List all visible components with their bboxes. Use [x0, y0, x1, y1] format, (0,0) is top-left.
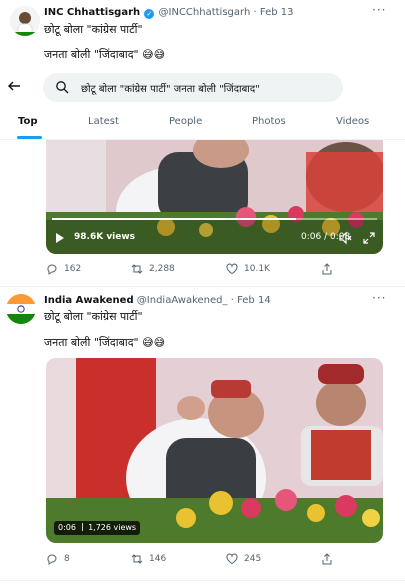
mute-icon[interactable] [338, 230, 352, 245]
tweet-text-line2: जनता बोली "जिंदाबाद" 😅😅 [44, 336, 166, 349]
like-button[interactable]: 10.1K [226, 263, 270, 275]
view-count: 98.6K views [74, 232, 136, 242]
more-options-icon[interactable]: ··· [372, 3, 386, 17]
video-player[interactable]: 0:06 1,726 views [46, 358, 383, 543]
retweet-button[interactable]: 146 [131, 553, 166, 565]
video-time-badge: 0:06 1,726 views [54, 521, 141, 535]
share-button[interactable] [321, 553, 333, 565]
retweet-button[interactable]: 2,288 [131, 263, 175, 275]
video-player[interactable]: 98.6K views 0:06 / 0:08 [46, 132, 383, 254]
verified-badge-icon: ✓ [144, 9, 155, 19]
tweet-actions: 162 2,288 10.1K [46, 263, 376, 279]
like-button[interactable]: 245 [226, 553, 261, 565]
like-count: 245 [244, 554, 262, 564]
retweet-icon [131, 554, 143, 564]
heart-icon [226, 263, 238, 275]
tweet-text-line1: छोटू बोला "कांग्रेस पार्टी" [44, 310, 143, 323]
tweet-actions: 8 146 245 [46, 553, 376, 569]
tweet-header: India Awakened @IndiaAwakened_ · Feb 14 [44, 295, 271, 306]
display-name[interactable]: INC Chhattisgarh [44, 7, 140, 18]
avatar[interactable] [10, 6, 40, 36]
reply-button[interactable]: 8 [46, 553, 70, 565]
share-button[interactable] [321, 263, 333, 275]
like-count: 10.1K [244, 264, 270, 274]
tweet-date[interactable]: Feb 13 [260, 7, 294, 18]
tweet-header: INC Chhattisgarh ✓ @INCChhattisgarh · Fe… [44, 7, 293, 19]
play-icon[interactable] [56, 233, 64, 243]
tweet-divider [0, 286, 405, 287]
reply-count: 8 [64, 554, 70, 564]
badge-separator [81, 523, 83, 531]
heart-icon [226, 553, 238, 565]
reply-button[interactable]: 162 [46, 263, 81, 275]
video-frame [46, 358, 383, 543]
dot-separator: · [253, 7, 257, 18]
tweet-india-awakened[interactable]: India Awakened @IndiaAwakened_ · Feb 14 … [0, 288, 405, 585]
tab-top[interactable]: Top [18, 116, 38, 127]
retweet-count: 146 [149, 554, 167, 564]
progress-bar[interactable] [52, 218, 377, 220]
search-tabs: Top Latest People Photos Videos [0, 112, 405, 140]
dot-separator: · [230, 295, 234, 306]
share-icon [322, 553, 332, 565]
reply-icon [47, 554, 57, 565]
search-query: छोटू बोला "कांग्रेस पार्टी" जनता बोली "ज… [81, 84, 260, 95]
share-icon [322, 263, 332, 275]
tweet-date[interactable]: Feb 14 [237, 295, 271, 306]
retweet-icon [131, 264, 143, 274]
tweet-inc-chhattisgarh[interactable]: INC Chhattisgarh ✓ @INCChhattisgarh · Fe… [0, 0, 405, 288]
search-header: छोटू बोला "कांग्रेस पार्टी" जनता बोली "ज… [0, 70, 405, 140]
user-handle[interactable]: @IndiaAwakened_ [137, 295, 228, 306]
fullscreen-icon[interactable] [362, 230, 376, 244]
progress-fill [52, 218, 296, 220]
tab-people[interactable]: People [169, 116, 202, 127]
search-icon [56, 81, 69, 94]
user-handle[interactable]: @INCChhattisgarh [159, 7, 251, 18]
back-arrow-icon[interactable] [6, 78, 22, 94]
view-count: 1,726 views [88, 523, 137, 532]
tweet-text-line1: छोटू बोला "कांग्रेस पार्टी" [44, 23, 143, 36]
tweet-text-line2: जनता बोली "जिंदाबाद" 😅😅 [44, 48, 166, 61]
tab-photos[interactable]: Photos [252, 116, 286, 127]
tweet-divider [0, 580, 405, 581]
search-input[interactable]: छोटू बोला "कांग्रेस पार्टी" जनता बोली "ज… [43, 73, 343, 102]
avatar[interactable] [6, 294, 36, 324]
tab-latest[interactable]: Latest [88, 116, 119, 127]
retweet-count: 2,288 [149, 264, 175, 274]
active-tab-indicator [17, 136, 42, 139]
video-time: 0:06 [58, 523, 76, 532]
tab-videos[interactable]: Videos [336, 116, 369, 127]
reply-count: 162 [64, 264, 82, 274]
reply-icon [47, 264, 57, 275]
display-name[interactable]: India Awakened [44, 295, 134, 306]
more-options-icon[interactable]: ··· [372, 291, 386, 305]
